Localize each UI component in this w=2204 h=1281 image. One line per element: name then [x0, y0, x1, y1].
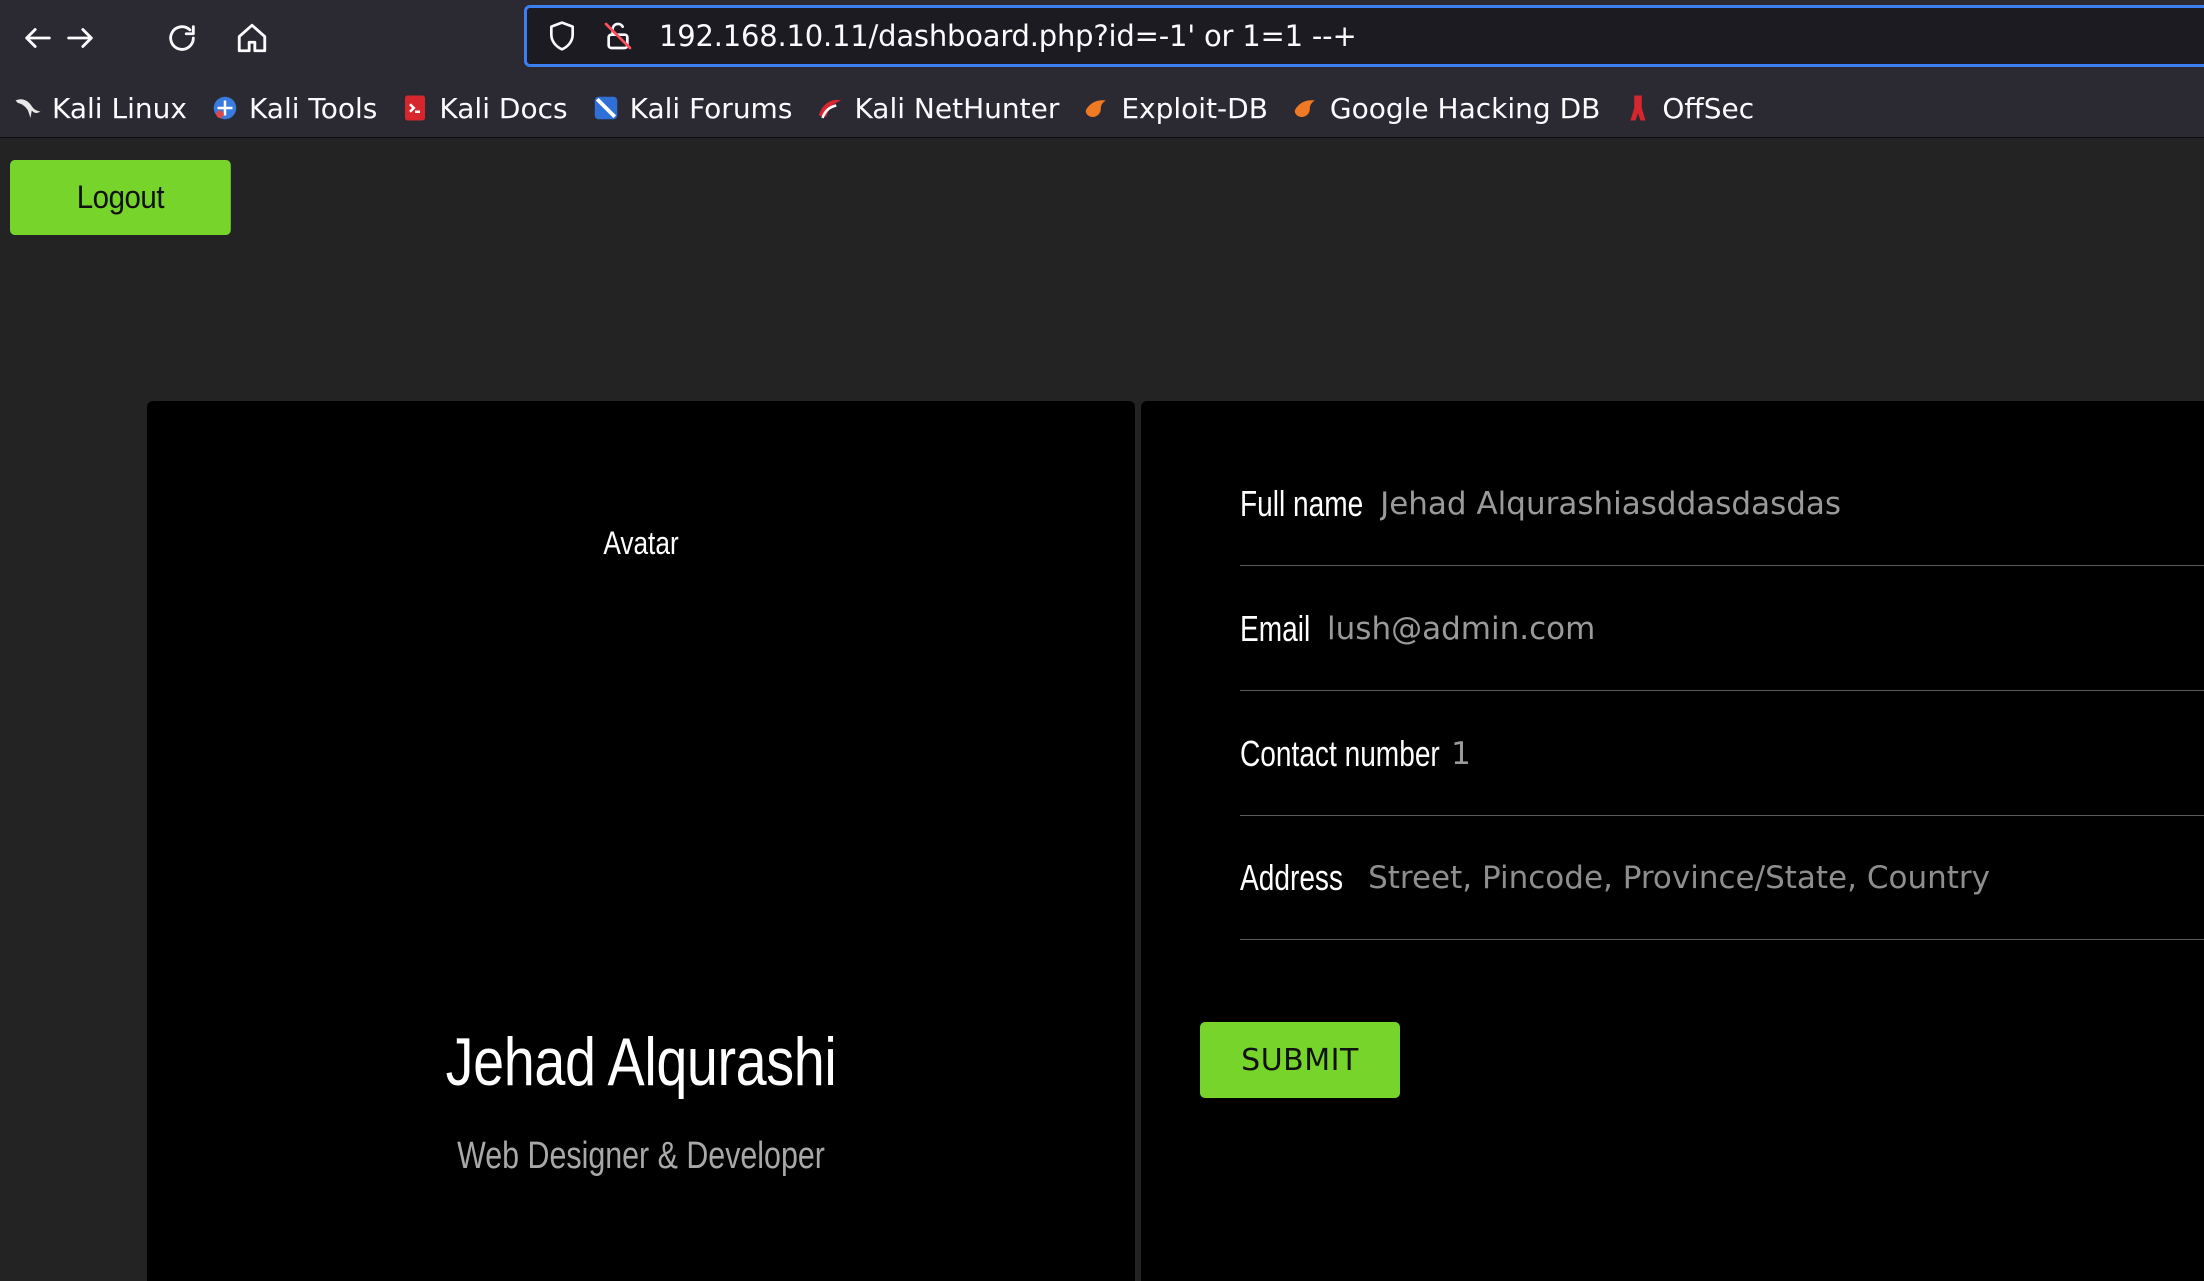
full-name-row: Full name [1240, 442, 2204, 566]
contact-number-label: Contact number [1240, 732, 1440, 774]
contact-number-row: Contact number [1240, 692, 2204, 816]
bookmark-kali-nethunter[interactable]: Kali NetHunter [814, 84, 1059, 132]
tracking-protection-shield-icon[interactable] [545, 19, 579, 53]
email-input[interactable] [1327, 610, 2028, 647]
offsec-icon [1622, 92, 1654, 124]
profile-card: Avatar Jehad Alqurashi Web Designer & De… [147, 401, 1135, 1281]
bookmark-label: Kali Linux [52, 91, 187, 125]
bookmark-label: Kali Docs [439, 91, 568, 125]
bookmark-label: Exploit-DB [1121, 91, 1268, 125]
profile-form: Full name Email Contact number Address S… [1141, 401, 2204, 1281]
kali-nethunter-icon [814, 92, 846, 124]
full-name-label: Full name [1240, 482, 1364, 524]
address-bar[interactable]: 192.168.10.11/dashboard.php?id=-1' or 1=… [524, 5, 2204, 67]
profile-title: Web Designer & Developer [457, 1135, 825, 1177]
bookmark-exploit-db[interactable]: Exploit-DB [1081, 84, 1268, 132]
logout-button[interactable]: Logout [10, 160, 231, 235]
kali-forums-icon [590, 92, 622, 124]
profile-name: Jehad Alqurashi [445, 1024, 837, 1100]
reload-icon [169, 25, 195, 51]
bookmark-kali-docs[interactable]: Kali Docs [399, 84, 568, 132]
address-label: Address [1240, 856, 1344, 898]
bookmark-label: Kali NetHunter [854, 91, 1060, 125]
dashboard-page: Logout Avatar Jehad Alqurashi Web Design… [0, 139, 2204, 1281]
email-label: Email [1240, 607, 1311, 649]
address-input[interactable] [1368, 859, 2069, 896]
home-button[interactable] [228, 14, 276, 62]
bookmark-label: Kali Forums [629, 91, 793, 125]
bookmarks-bar: Kali Linux Kali Tools Kali Docs Kali For… [12, 84, 1776, 132]
bookmark-google-hacking-db[interactable]: Google Hacking DB [1290, 84, 1600, 132]
contact-number-input[interactable] [1451, 735, 2152, 772]
kali-tools-icon [209, 92, 241, 124]
insecure-lock-icon[interactable] [601, 19, 635, 53]
back-arrow-icon [25, 28, 51, 48]
forward-arrow-icon [67, 28, 93, 48]
back-button[interactable] [14, 14, 62, 62]
address-row: Address [1240, 816, 2204, 940]
bookmark-label: OffSec [1662, 91, 1755, 125]
reload-button[interactable] [158, 14, 206, 62]
home-icon [237, 23, 267, 53]
email-row: Email [1240, 567, 2204, 691]
bookmark-offsec[interactable]: OffSec [1622, 84, 1754, 132]
browser-toolbar: 192.168.10.11/dashboard.php?id=-1' or 1=… [0, 0, 2204, 138]
full-name-input[interactable] [1380, 485, 2081, 522]
bookmark-kali-linux[interactable]: Kali Linux [12, 84, 187, 132]
url-text[interactable]: 192.168.10.11/dashboard.php?id=-1' or 1=… [659, 19, 1357, 53]
exploit-db-icon [1081, 92, 1113, 124]
bookmark-kali-tools[interactable]: Kali Tools [209, 84, 377, 132]
bookmark-kali-forums[interactable]: Kali Forums [590, 84, 793, 132]
avatar: Avatar [603, 525, 679, 561]
kali-docs-icon [399, 92, 431, 124]
kali-dragon-icon [12, 92, 44, 124]
bookmark-label: Kali Tools [248, 91, 378, 125]
bookmark-label: Google Hacking DB [1329, 91, 1601, 125]
submit-button[interactable]: SUBMIT [1200, 1022, 1400, 1098]
forward-button[interactable] [56, 14, 104, 62]
google-hacking-db-icon [1290, 92, 1322, 124]
